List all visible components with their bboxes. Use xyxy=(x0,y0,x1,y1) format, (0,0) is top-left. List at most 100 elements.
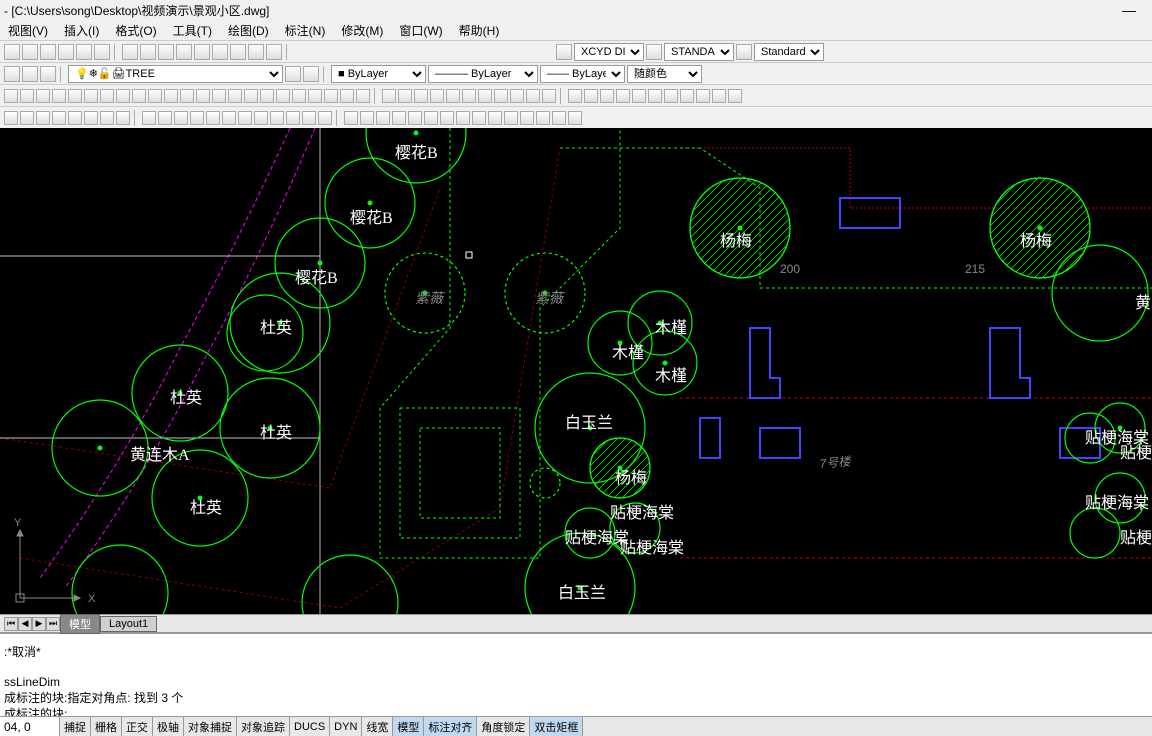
dimstyle-select[interactable]: XCYD DIM xyxy=(574,43,644,61)
tab-model[interactable]: 模型 xyxy=(60,614,100,634)
dim-leader-icon[interactable] xyxy=(494,89,508,103)
tablestyle-select[interactable]: Standard xyxy=(754,43,824,61)
tab-prev[interactable]: ◀ xyxy=(18,617,32,631)
dim-aligned-icon[interactable] xyxy=(398,89,412,103)
layer-select[interactable]: 💡❄🔓🖨TREE xyxy=(68,65,283,83)
ex-10[interactable] xyxy=(158,111,172,125)
mod-stretch-icon[interactable] xyxy=(244,89,258,103)
tab-last[interactable]: ⏭ xyxy=(46,617,60,631)
tool-btn-9[interactable] xyxy=(158,44,174,60)
tab-first[interactable]: ⏮ xyxy=(4,617,18,631)
ex-13[interactable] xyxy=(206,111,220,125)
dim-center-icon[interactable] xyxy=(542,89,556,103)
mod-move-icon[interactable] xyxy=(196,89,210,103)
tool-btn-10[interactable] xyxy=(176,44,192,60)
menu-modify[interactable]: 修改(M) xyxy=(337,20,387,41)
ex-1[interactable] xyxy=(4,111,18,125)
ex-17[interactable] xyxy=(270,111,284,125)
mod-rect-icon[interactable] xyxy=(68,89,82,103)
tool-btn-6[interactable] xyxy=(94,44,110,60)
mod-hatch-icon[interactable] xyxy=(116,89,130,103)
block-edit-icon[interactable] xyxy=(600,89,614,103)
dim-continue-icon[interactable] xyxy=(462,89,476,103)
table-icon[interactable] xyxy=(632,89,646,103)
drawing-canvas[interactable]: 樱花B 樱花B 樱花B 杜英 杜英 杜英 杜英 黄连木A 杨梅 杨梅 杨梅 木槿… xyxy=(0,128,1152,614)
cad-viewport[interactable]: 樱花B 樱花B 樱花B 杜英 杜英 杜英 杜英 黄连木A 杨梅 杨梅 杨梅 木槿… xyxy=(0,128,1152,614)
ex-33[interactable] xyxy=(536,111,550,125)
dim-diameter-icon[interactable] xyxy=(430,89,444,103)
tool-btn-12[interactable] xyxy=(212,44,228,60)
ex-21[interactable] xyxy=(344,111,358,125)
dim-ord-icon[interactable] xyxy=(510,89,524,103)
menu-window[interactable]: 窗口(W) xyxy=(395,20,446,41)
dim-baseline-icon[interactable] xyxy=(478,89,492,103)
ex-28[interactable] xyxy=(456,111,470,125)
ex-4[interactable] xyxy=(52,111,66,125)
textstyle-icon[interactable] xyxy=(646,44,662,60)
mod-break-icon[interactable] xyxy=(292,89,306,103)
mod-array-icon[interactable] xyxy=(180,89,194,103)
dim-radius-icon[interactable] xyxy=(414,89,428,103)
menu-insert[interactable]: 插入(I) xyxy=(60,20,103,41)
dimstyle-icon[interactable] xyxy=(556,44,572,60)
misc-icon-2[interactable] xyxy=(712,89,726,103)
area-icon[interactable] xyxy=(648,89,662,103)
menu-dim[interactable]: 标注(N) xyxy=(281,20,330,41)
mod-scale-icon[interactable] xyxy=(228,89,242,103)
mod-rotate-icon[interactable] xyxy=(212,89,226,103)
menu-help[interactable]: 帮助(H) xyxy=(455,20,504,41)
tool-btn-14[interactable] xyxy=(248,44,264,60)
mod-explode-icon[interactable] xyxy=(356,89,370,103)
menu-view[interactable]: 视图(V) xyxy=(4,20,52,41)
menu-format[interactable]: 格式(O) xyxy=(111,20,160,41)
mod-poly-icon[interactable] xyxy=(84,89,98,103)
ex-26[interactable] xyxy=(424,111,438,125)
dim-linear-icon[interactable] xyxy=(382,89,396,103)
layer-state-icon[interactable] xyxy=(303,66,319,82)
ex-24[interactable] xyxy=(392,111,406,125)
ex-14[interactable] xyxy=(222,111,236,125)
ex-29[interactable] xyxy=(472,111,486,125)
ex-20[interactable] xyxy=(318,111,332,125)
ex-9[interactable] xyxy=(142,111,156,125)
menu-draw[interactable]: 绘图(D) xyxy=(224,20,273,41)
block-attr-icon[interactable] xyxy=(616,89,630,103)
mod-chamfer-icon[interactable] xyxy=(324,89,338,103)
dim-angular-icon[interactable] xyxy=(446,89,460,103)
tool-btn-4[interactable] xyxy=(58,44,74,60)
mod-arc-icon[interactable] xyxy=(36,89,50,103)
ex-7[interactable] xyxy=(100,111,114,125)
layer-prev-icon[interactable] xyxy=(40,66,56,82)
mod-join-icon[interactable] xyxy=(308,89,322,103)
misc-icon-1[interactable] xyxy=(696,89,710,103)
block-make-icon[interactable] xyxy=(568,89,582,103)
tab-layout1[interactable]: Layout1 xyxy=(100,616,157,632)
tool-btn-8[interactable] xyxy=(140,44,156,60)
mod-offset-icon[interactable] xyxy=(164,89,178,103)
ex-6[interactable] xyxy=(84,111,98,125)
ex-18[interactable] xyxy=(286,111,300,125)
mod-fillet-icon[interactable] xyxy=(340,89,354,103)
dim-tol-icon[interactable] xyxy=(526,89,540,103)
mod-line-icon[interactable] xyxy=(4,89,18,103)
color-select[interactable]: ■ ByLayer xyxy=(331,65,426,83)
tool-btn-13[interactable] xyxy=(230,44,246,60)
tablestyle-icon[interactable] xyxy=(736,44,752,60)
ex-2[interactable] xyxy=(20,111,34,125)
ex-25[interactable] xyxy=(408,111,422,125)
tool-btn-7[interactable] xyxy=(122,44,138,60)
tool-btn-11[interactable] xyxy=(194,44,210,60)
mod-mirror-icon[interactable] xyxy=(148,89,162,103)
ex-35[interactable] xyxy=(568,111,582,125)
linetype-select[interactable]: ——— ByLayer xyxy=(428,65,538,83)
menu-tools[interactable]: 工具(T) xyxy=(169,20,216,41)
minimize-button[interactable]: — xyxy=(1122,2,1136,18)
plotstyle-select[interactable]: 随颜色 xyxy=(627,65,702,83)
ex-23[interactable] xyxy=(376,111,390,125)
ex-12[interactable] xyxy=(190,111,204,125)
ex-22[interactable] xyxy=(360,111,374,125)
ex-3[interactable] xyxy=(36,111,50,125)
mod-copy-icon[interactable] xyxy=(132,89,146,103)
ex-31[interactable] xyxy=(504,111,518,125)
mod-ellipse-icon[interactable] xyxy=(100,89,114,103)
